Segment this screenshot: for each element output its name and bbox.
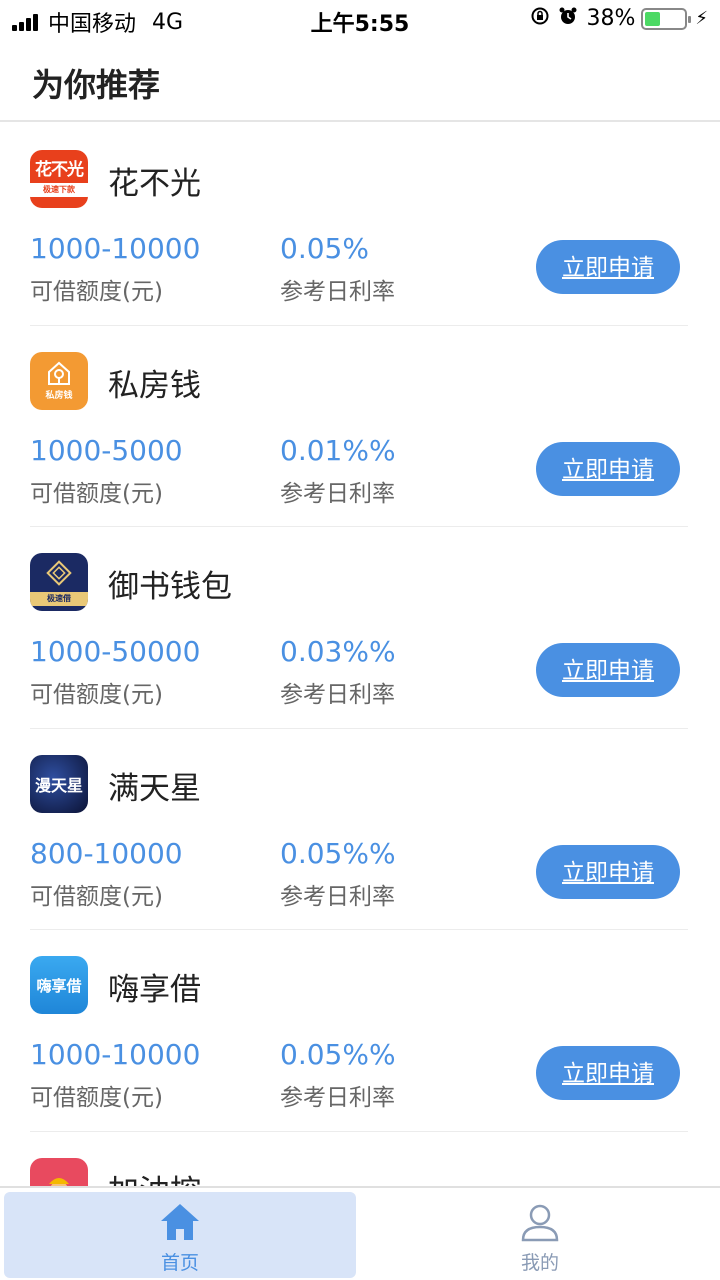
battery-percent: 38% xyxy=(586,6,636,31)
list-item[interactable]: 极速借 御书钱包 1000-50000 可借额度(元) 0.03%% 参考日利率… xyxy=(30,527,688,729)
daily-rate-label: 参考日利率 xyxy=(280,682,395,708)
app-logo-icon: 私房钱 xyxy=(30,351,88,410)
loan-amount: 1000-10000 xyxy=(30,232,201,265)
list-item[interactable]: 花不光 极速下款 花不光 1000-10000 可借额度(元) 0.05% 参考… xyxy=(30,124,688,326)
tab-mine[interactable]: 我的 xyxy=(364,1192,716,1278)
recommendation-list[interactable]: 花不光 极速下款 花不光 1000-10000 可借额度(元) 0.05% 参考… xyxy=(0,124,720,1186)
battery-icon xyxy=(641,7,692,30)
loan-amount-label: 可借额度(元) xyxy=(30,480,163,507)
product-name: 满天星 xyxy=(108,770,201,807)
tab-bar: 首页 我的 xyxy=(0,1186,720,1280)
product-name: 御书钱包 xyxy=(108,569,232,605)
apply-button[interactable]: 立即申请 xyxy=(536,643,680,697)
loan-amount-label: 可借额度(元) xyxy=(30,682,163,708)
home-icon xyxy=(161,1204,199,1240)
daily-rate-label: 参考日利率 xyxy=(280,1085,395,1111)
app-logo-icon: 极速借 xyxy=(30,553,88,611)
loan-amount: 1000-5000 xyxy=(30,433,183,467)
alarm-icon xyxy=(558,6,578,31)
list-item[interactable]: 嗨享借 嗨享借 1000-10000 可借额度(元) 0.05%% 参考日利率 … xyxy=(30,930,688,1132)
status-right: 38% ⚡ xyxy=(530,6,708,31)
loan-amount: 1000-50000 xyxy=(30,635,201,668)
daily-rate-label: 参考日利率 xyxy=(280,480,395,507)
loan-amount: 1000-10000 xyxy=(30,1038,201,1071)
tab-home-label: 首页 xyxy=(160,1252,199,1274)
app-logo-icon xyxy=(30,1157,88,1186)
daily-rate: 0.05%% xyxy=(280,1038,396,1071)
loan-amount: 800-10000 xyxy=(30,836,183,870)
status-bar: 中国移动 4G 上午5:55 38% ⚡ xyxy=(0,0,720,40)
product-name: 花不光 xyxy=(108,166,201,202)
product-name: 加油控 xyxy=(108,1166,201,1187)
user-icon xyxy=(521,1204,559,1242)
tab-home[interactable]: 首页 xyxy=(4,1192,356,1278)
daily-rate: 0.01%% xyxy=(280,433,396,467)
list-item[interactable]: 加油控 xyxy=(30,1132,688,1187)
apply-button[interactable]: 立即申请 xyxy=(536,1046,680,1100)
apply-button[interactable]: 立即申请 xyxy=(536,441,680,496)
page-title: 为你推荐 xyxy=(32,66,161,104)
product-name: 嗨享借 xyxy=(108,972,201,1008)
daily-rate-label: 参考日利率 xyxy=(280,883,395,910)
list-item[interactable]: 私房钱 私房钱 1000-5000 可借额度(元) 0.01%% 参考日利率 立… xyxy=(30,326,688,527)
rotation-lock-icon xyxy=(530,6,550,31)
charging-bolt-icon: ⚡ xyxy=(695,8,708,29)
app-logo-icon: 花不光 极速下款 xyxy=(30,150,88,208)
apply-button[interactable]: 立即申请 xyxy=(536,844,680,899)
tab-mine-label: 我的 xyxy=(520,1252,559,1274)
loan-amount-label: 可借额度(元) xyxy=(30,1085,163,1111)
app-logo-icon: 嗨享借 xyxy=(30,956,88,1014)
app-logo-icon: 漫天星 xyxy=(30,754,88,813)
daily-rate: 0.05%% xyxy=(280,836,396,870)
daily-rate: 0.03%% xyxy=(280,635,396,668)
apply-button[interactable]: 立即申请 xyxy=(536,240,680,294)
loan-amount-label: 可借额度(元) xyxy=(30,883,163,910)
product-name: 私房钱 xyxy=(108,367,201,404)
loan-amount-label: 可借额度(元) xyxy=(30,279,163,305)
page-header: 为你推荐 xyxy=(0,40,720,122)
daily-rate-label: 参考日利率 xyxy=(280,279,395,305)
daily-rate: 0.05% xyxy=(280,232,369,265)
list-item[interactable]: 漫天星 满天星 800-10000 可借额度(元) 0.05%% 参考日利率 立… xyxy=(30,729,688,930)
